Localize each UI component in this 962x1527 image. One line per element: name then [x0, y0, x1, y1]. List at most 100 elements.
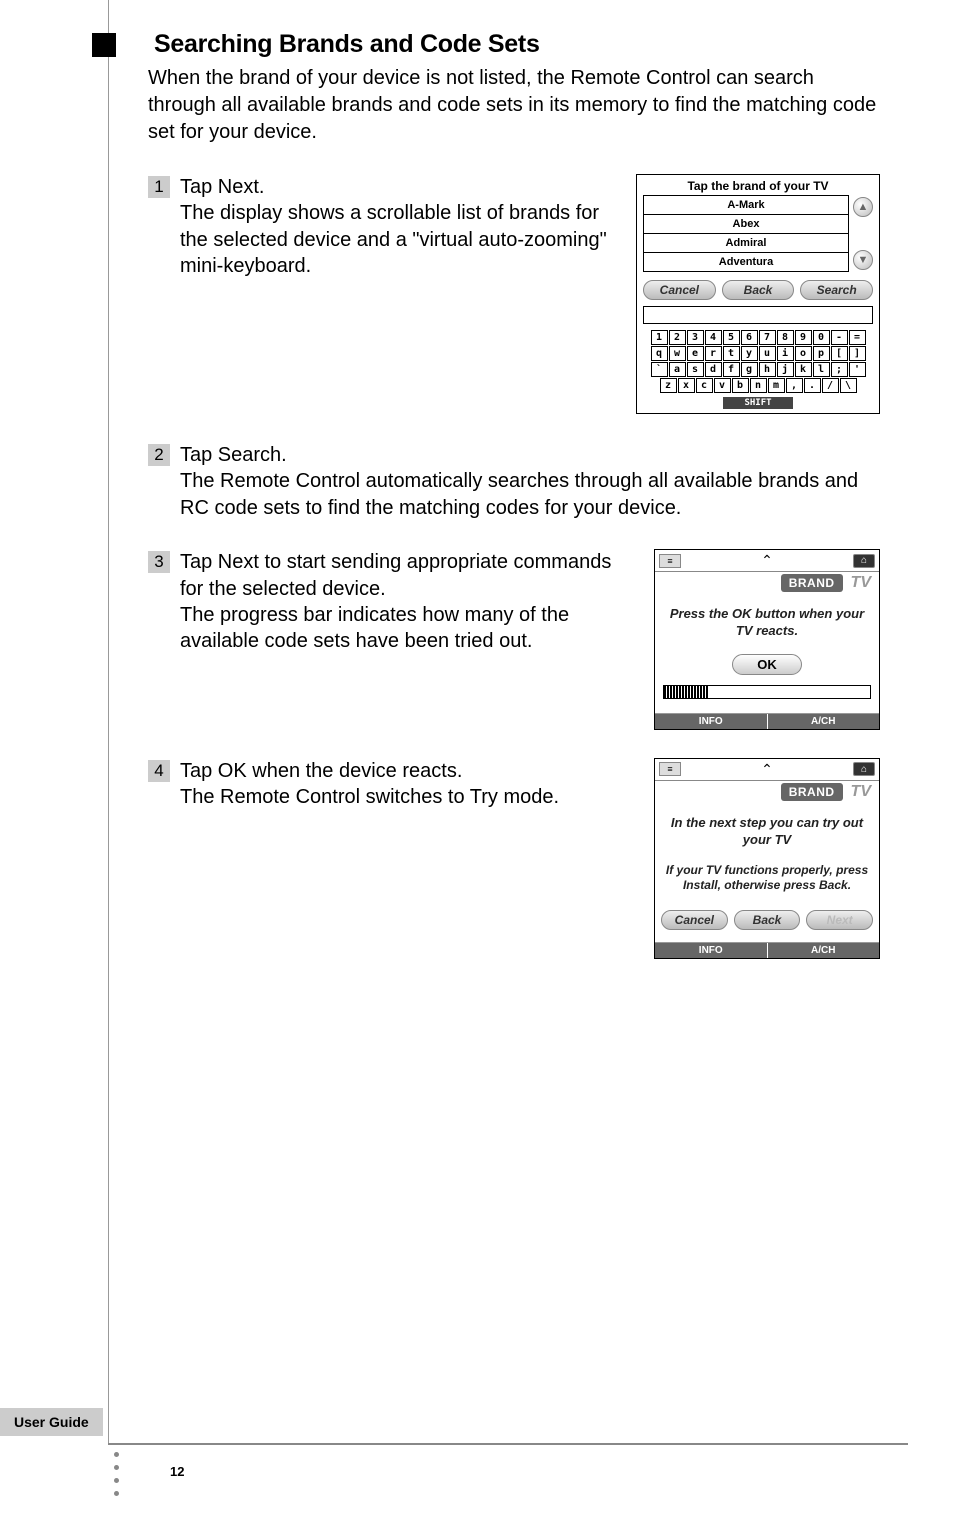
next-button[interactable]: Next: [806, 910, 873, 930]
screen-message: In the next step you can try out your TV: [663, 815, 871, 849]
brand-tab[interactable]: BRAND: [781, 574, 843, 592]
avch-tab[interactable]: A/CH: [768, 714, 880, 729]
brand-list-item[interactable]: Abex: [644, 215, 848, 234]
keyboard-key[interactable]: e: [687, 346, 704, 361]
keyboard-key[interactable]: r: [705, 346, 722, 361]
progress-fill: [664, 686, 709, 698]
footer-dots: [114, 1452, 119, 1496]
brand-list-item[interactable]: Adventura: [644, 253, 848, 271]
keyboard-key[interactable]: /: [822, 378, 839, 393]
step-body: The Remote Control switches to Try mode.: [180, 786, 559, 808]
keyboard-key[interactable]: \: [840, 378, 857, 393]
brand-list-item[interactable]: A-Mark: [644, 196, 848, 215]
keyboard-key[interactable]: -: [831, 330, 848, 345]
step-title: Tap Search.: [180, 444, 287, 466]
section-intro: When the brand of your device is not lis…: [148, 65, 880, 146]
keyboard-key[interactable]: t: [723, 346, 740, 361]
keyboard-key[interactable]: h: [759, 362, 776, 377]
shift-key[interactable]: SHIFT: [723, 397, 793, 409]
signal-icon: ⌃: [752, 761, 782, 778]
keyboard-key[interactable]: z: [660, 378, 677, 393]
home-icon[interactable]: ⌂: [853, 762, 875, 776]
menu-icon[interactable]: ≡: [659, 554, 681, 568]
keyboard-key[interactable]: b: [732, 378, 749, 393]
cancel-button[interactable]: Cancel: [661, 910, 728, 930]
keyboard-key[interactable]: 9: [795, 330, 812, 345]
keyboard-key[interactable]: ]: [849, 346, 866, 361]
keyboard-key[interactable]: u: [759, 346, 776, 361]
avch-tab[interactable]: A/CH: [768, 943, 880, 958]
keyboard-key[interactable]: c: [696, 378, 713, 393]
keyboard-key[interactable]: 2: [669, 330, 686, 345]
keyboard-key[interactable]: 4: [705, 330, 722, 345]
back-button[interactable]: Back: [722, 280, 795, 300]
keyboard-key[interactable]: 1: [651, 330, 668, 345]
keyboard-key[interactable]: n: [750, 378, 767, 393]
page-number: 12: [170, 1464, 184, 1479]
keyboard-key[interactable]: 6: [741, 330, 758, 345]
screen-title: Tap the brand of your TV: [637, 175, 879, 195]
step-body: The Remote Control automatically searche…: [180, 470, 858, 518]
step-body: The display shows a scrollable list of b…: [180, 202, 607, 277]
step-title: Tap Next to start sending appropriate co…: [180, 551, 611, 599]
keyboard-key[interactable]: y: [741, 346, 758, 361]
menu-icon[interactable]: ≡: [659, 762, 681, 776]
keyboard-key[interactable]: a: [669, 362, 686, 377]
keyboard-key[interactable]: 7: [759, 330, 776, 345]
step-number: 2: [148, 444, 170, 466]
info-tab[interactable]: INFO: [655, 943, 768, 958]
signal-icon: ⌃: [752, 552, 782, 569]
keyboard-key[interactable]: i: [777, 346, 794, 361]
side-rule: [108, 0, 109, 1445]
info-tab[interactable]: INFO: [655, 714, 768, 729]
keyboard-key[interactable]: q: [651, 346, 668, 361]
section-heading: Searching Brands and Code Sets: [154, 30, 540, 59]
keyboard-key[interactable]: j: [777, 362, 794, 377]
keyboard-key[interactable]: `: [651, 362, 668, 377]
keyboard-key[interactable]: [: [831, 346, 848, 361]
step-body: The progress bar indicates how many of t…: [180, 604, 569, 652]
screenshot-brand-search: Tap the brand of your TV A-Mark Abex Adm…: [636, 174, 880, 414]
keyboard-key[interactable]: o: [795, 346, 812, 361]
keyboard-key[interactable]: 5: [723, 330, 740, 345]
step-number: 1: [148, 176, 170, 198]
keyboard-key[interactable]: d: [705, 362, 722, 377]
step-number: 3: [148, 551, 170, 573]
keyboard-key[interactable]: m: [768, 378, 785, 393]
keyboard-key[interactable]: k: [795, 362, 812, 377]
keyboard-key[interactable]: =: [849, 330, 866, 345]
search-input[interactable]: [643, 306, 873, 324]
ok-button[interactable]: OK: [732, 654, 802, 675]
brand-list-item[interactable]: Admiral: [644, 234, 848, 253]
keyboard-key[interactable]: ': [849, 362, 866, 377]
keyboard-key[interactable]: p: [813, 346, 830, 361]
keyboard-key[interactable]: 8: [777, 330, 794, 345]
keyboard-key[interactable]: s: [687, 362, 704, 377]
mini-keyboard[interactable]: 1234567890-= qwertyuiop[] `asdfghjkl;' z…: [637, 330, 879, 413]
keyboard-key[interactable]: f: [723, 362, 740, 377]
scroll-down-icon[interactable]: ▼: [853, 250, 873, 270]
scroll-up-icon[interactable]: ▲: [853, 197, 873, 217]
tv-tab[interactable]: TV: [847, 574, 875, 592]
keyboard-key[interactable]: w: [669, 346, 686, 361]
cancel-button[interactable]: Cancel: [643, 280, 716, 300]
keyboard-key[interactable]: ,: [786, 378, 803, 393]
keyboard-key[interactable]: 0: [813, 330, 830, 345]
keyboard-key[interactable]: l: [813, 362, 830, 377]
keyboard-key[interactable]: x: [678, 378, 695, 393]
home-icon[interactable]: ⌂: [853, 554, 875, 568]
keyboard-key[interactable]: g: [741, 362, 758, 377]
tv-tab[interactable]: TV: [847, 783, 875, 801]
keyboard-key[interactable]: 3: [687, 330, 704, 345]
keyboard-key[interactable]: ;: [831, 362, 848, 377]
back-button[interactable]: Back: [734, 910, 801, 930]
brand-list[interactable]: A-Mark Abex Admiral Adventura: [643, 195, 849, 272]
brand-tab[interactable]: BRAND: [781, 783, 843, 801]
keyboard-key[interactable]: v: [714, 378, 731, 393]
heading-marker: [92, 33, 116, 57]
screenshot-try-mode: ≡ ⌃ ⌂ BRAND TV In the next step you can …: [654, 758, 880, 959]
step-title: Tap OK when the device reacts.: [180, 760, 462, 782]
search-button[interactable]: Search: [800, 280, 873, 300]
keyboard-key[interactable]: .: [804, 378, 821, 393]
step-number: 4: [148, 760, 170, 782]
